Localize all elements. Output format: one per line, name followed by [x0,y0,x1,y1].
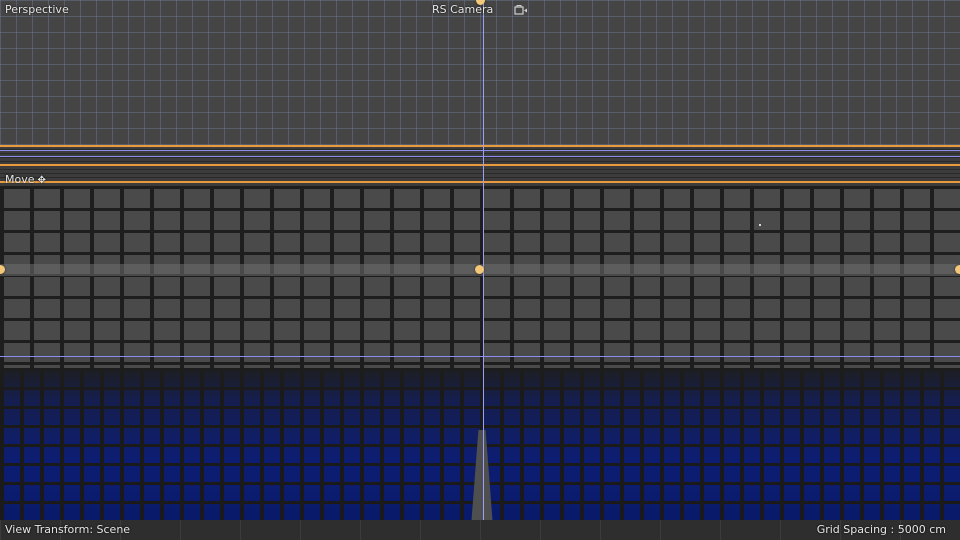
perspective-viewport[interactable]: Perspective RS Camera Move ✥ View Transfo… [0,0,960,540]
horizon-line-top [0,145,960,147]
active-tool-name: Move [5,173,35,186]
horizon-blue-line [0,150,960,151]
view-name-label[interactable]: Perspective [5,3,69,17]
center-handle[interactable] [475,265,484,274]
upper-ground-grid [0,0,960,145]
right-handle[interactable] [955,265,960,274]
horizon-line-bottom [0,181,960,183]
active-tool-label: Move ✥ [5,173,46,188]
move-icon: ✥ [37,175,46,186]
object-bottom-edge-line [0,356,960,357]
point-marker [759,224,761,226]
grid-spacing-label: Grid Spacing : 5000 cm [816,523,946,536]
view-transform-label: View Transform: Scene [5,523,131,536]
camera-lock-icon[interactable] [514,4,528,16]
horizon-line-mid [0,164,960,166]
floor-shade [0,368,960,398]
camera-name-label[interactable]: RS Camera [432,3,493,17]
horizon-blue-line [0,156,960,157]
object-cage-grid[interactable] [0,186,960,368]
